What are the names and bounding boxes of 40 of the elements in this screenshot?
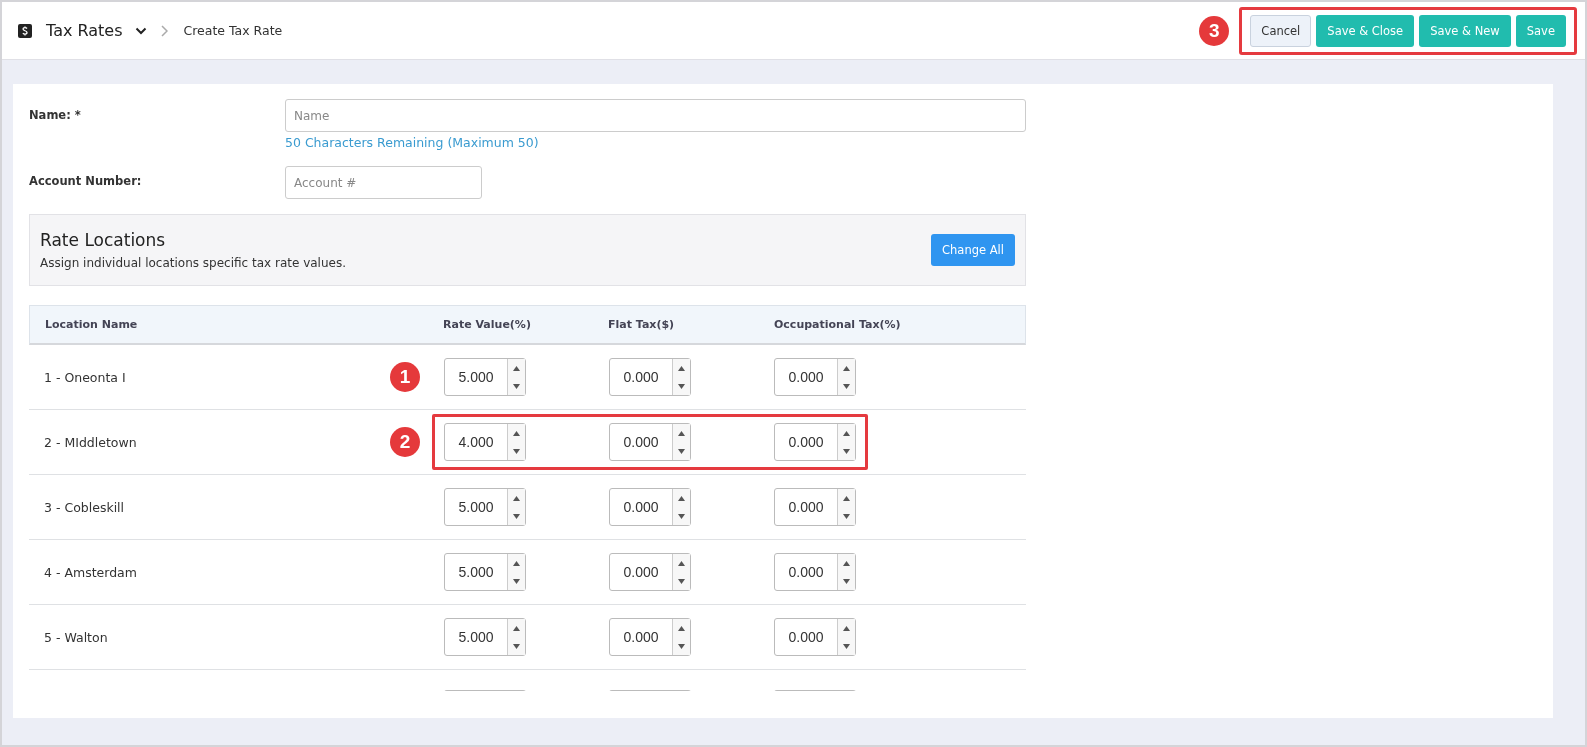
number-spinner[interactable]: 0.000 (609, 618, 691, 656)
number-spinner[interactable]: 0.000 (774, 488, 856, 526)
location-name: 2 - MIddletown (43, 434, 138, 450)
cancel-button[interactable]: Cancel (1250, 14, 1312, 47)
callout-number: 3 (1199, 15, 1230, 46)
column-header: Flat Tax($) (608, 318, 676, 331)
name-field[interactable]: Name (285, 99, 1026, 132)
number-spinner[interactable]: 0.000 (774, 423, 856, 461)
number-spinner[interactable]: 5.000 (444, 358, 526, 396)
character-count-hint: 50 Characters Remaining (Maximum 50) (285, 135, 540, 150)
number-spinner[interactable]: 0.000 (774, 618, 856, 656)
callout-number: 1 (390, 362, 420, 392)
dollar-icon (18, 23, 32, 38)
column-header: Occupational Tax(%) (774, 318, 902, 331)
column-header: Rate Value(%) (443, 318, 532, 331)
number-spinner[interactable]: 0.000 (609, 488, 691, 526)
number-spinner[interactable]: 5.000 (444, 488, 526, 526)
location-name: 5 - Walton (43, 629, 109, 645)
breadcrumb-text: Create Tax Rate (183, 23, 283, 38)
field-label: Account Number: (29, 173, 143, 190)
number-spinner[interactable]: 0.000 (609, 423, 691, 461)
chevron-down-icon[interactable] (134, 26, 147, 35)
module-title: Tax Rates (46, 21, 123, 40)
callout-number: 2 (390, 427, 420, 457)
section-description: Assign individual locations specific tax rate values. (40, 256, 346, 270)
section-title: Rate Locations (40, 230, 167, 250)
account-number-field[interactable]: Account # (285, 166, 482, 199)
number-spinner[interactable]: 0.000 (774, 358, 856, 396)
field-label: Name: * (29, 107, 82, 124)
number-spinner[interactable]: 0.000 (774, 553, 856, 591)
number-spinner[interactable]: 0.000 (609, 553, 691, 591)
number-spinner[interactable]: 4.000 (444, 423, 526, 461)
location-name: 4 - Amsterdam (43, 564, 138, 580)
number-spinner[interactable]: 0.000 (609, 358, 691, 396)
number-spinner[interactable]: 5.000 (444, 618, 526, 656)
location-name: 1 - Oneonta I (43, 369, 127, 385)
column-header: Location Name (44, 318, 139, 331)
number-spinner[interactable]: 5.000 (444, 553, 526, 591)
chevron-right-icon (160, 24, 168, 37)
location-name: 3 - Cobleskill (43, 499, 126, 515)
